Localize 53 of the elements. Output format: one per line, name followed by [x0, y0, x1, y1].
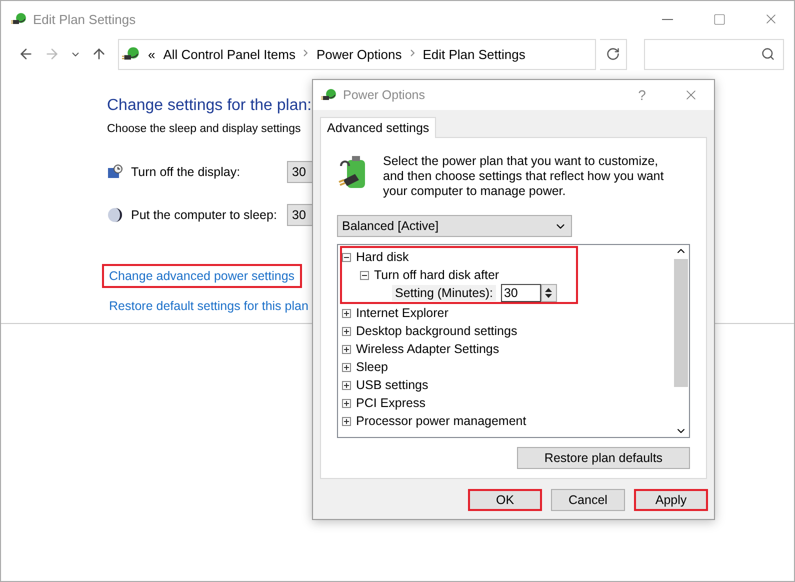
- setting-label: Setting (Minutes):: [392, 285, 496, 301]
- plan-dropdown[interactable]: Balanced [Active]: [337, 215, 572, 237]
- settings-link[interactable]: Restore default settings for this plan: [102, 294, 316, 318]
- dialog-description: Select the power plan that you want to customize, and then choose settings that reflect how you want your computer to manage power.: [383, 154, 665, 199]
- setting-label: Turn off the display:: [131, 165, 242, 179]
- page-heading: Change settings for the plan:: [107, 97, 313, 115]
- expand-icon[interactable]: [342, 326, 351, 336]
- tree-item[interactable]: USB settings: [356, 378, 428, 392]
- refresh-icon: [606, 47, 620, 61]
- dialog-title: Power Options: [343, 88, 426, 102]
- tree-item[interactable]: Internet Explorer: [356, 306, 448, 320]
- maximize-icon: [712, 12, 726, 26]
- search-icon: [761, 47, 775, 61]
- address-bar[interactable]: « All Control Panel Items Power Options Edit Plan Settings: [118, 38, 596, 70]
- breadcrumb-item[interactable]: Power Options: [316, 46, 402, 62]
- expand-icon[interactable]: [342, 344, 351, 354]
- moon-icon: [107, 207, 123, 223]
- arrow-right-icon: [44, 46, 60, 62]
- collapse-icon[interactable]: [342, 252, 351, 262]
- breadcrumb-overflow[interactable]: «: [148, 46, 156, 62]
- window-title: Edit Plan Settings: [33, 12, 137, 26]
- help-button[interactable]: ?: [622, 87, 662, 103]
- collapse-icon[interactable]: [360, 270, 369, 280]
- setting-label: Put the computer to sleep:: [131, 208, 278, 222]
- tree-item[interactable]: Wireless Adapter Settings: [356, 342, 500, 356]
- refresh-button[interactable]: [600, 38, 627, 70]
- power-plug-icon: [11, 11, 27, 27]
- minimize-icon: [662, 18, 672, 20]
- tree-item[interactable]: Hard disk: [356, 250, 409, 264]
- settings-link[interactable]: Change advanced power settings: [102, 264, 302, 288]
- tree-item[interactable]: PCI Express: [356, 396, 426, 410]
- tree-item[interactable]: Sleep: [356, 360, 388, 374]
- tree-item[interactable]: Turn off hard disk after: [374, 268, 500, 282]
- expand-icon[interactable]: [342, 398, 351, 408]
- page-description: Choose the sleep and display settings: [107, 123, 301, 135]
- breadcrumb-item[interactable]: Edit Plan Settings: [422, 46, 526, 62]
- monitor-clock-icon: [107, 164, 123, 180]
- expand-icon[interactable]: [342, 416, 351, 426]
- dialog-button[interactable]: Cancel: [551, 489, 625, 511]
- spin-buttons[interactable]: [540, 284, 557, 302]
- restore-defaults-button[interactable]: Restore plan defaults: [517, 447, 690, 469]
- dialog-button[interactable]: Apply: [634, 489, 708, 511]
- tree-item[interactable]: Desktop background settings: [356, 324, 518, 338]
- dialog-button[interactable]: OK: [468, 489, 542, 511]
- search-field[interactable]: [644, 38, 784, 70]
- tree-item[interactable]: Processor power management: [356, 414, 526, 428]
- expand-icon[interactable]: [342, 380, 351, 390]
- expand-icon[interactable]: [342, 362, 351, 372]
- minutes-field[interactable]: 30: [500, 284, 541, 302]
- tab[interactable]: Advanced settings: [320, 117, 436, 138]
- power-plug-icon: [321, 87, 337, 103]
- breadcrumb-item[interactable]: All Control Panel Items: [163, 46, 296, 62]
- expand-icon[interactable]: [342, 308, 351, 318]
